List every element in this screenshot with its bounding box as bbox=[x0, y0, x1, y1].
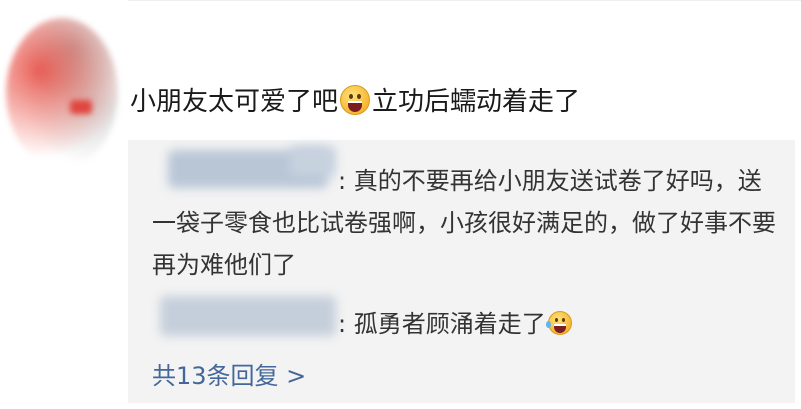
comment-text: 小朋友太可爱了吧 立功后蠕动着走了 bbox=[130, 84, 790, 120]
reply-item: : 孤勇者顾涌着走了 bbox=[338, 304, 574, 344]
avatar[interactable] bbox=[6, 18, 118, 168]
reply-text: 真的不要再给小朋友送试卷了好吗，送一袋子零食也比试卷强啊，小孩很好满足的，做了好… bbox=[152, 167, 776, 279]
avatar-badge bbox=[70, 100, 92, 114]
reply-author-name[interactable] bbox=[160, 296, 336, 336]
laughing-tears-emoji-icon bbox=[545, 311, 572, 335]
comment-text-before: 小朋友太可爱了吧 bbox=[130, 87, 339, 117]
reply-item: : 真的不要再给小朋友送试卷了好吗，送一袋子零食也比试卷强啊，小孩很好满足的，做… bbox=[152, 160, 782, 286]
reply-text: 孤勇者顾涌着走了 bbox=[353, 310, 546, 338]
grinning-face-emoji-icon bbox=[340, 85, 371, 115]
reply-prefix: : bbox=[338, 167, 347, 195]
comment-text-after: 立功后蠕动着走了 bbox=[372, 87, 581, 117]
reply-prefix: : bbox=[338, 310, 347, 338]
more-replies-link[interactable]: 共13条回复 > bbox=[152, 356, 306, 396]
top-divider bbox=[128, 0, 801, 1]
